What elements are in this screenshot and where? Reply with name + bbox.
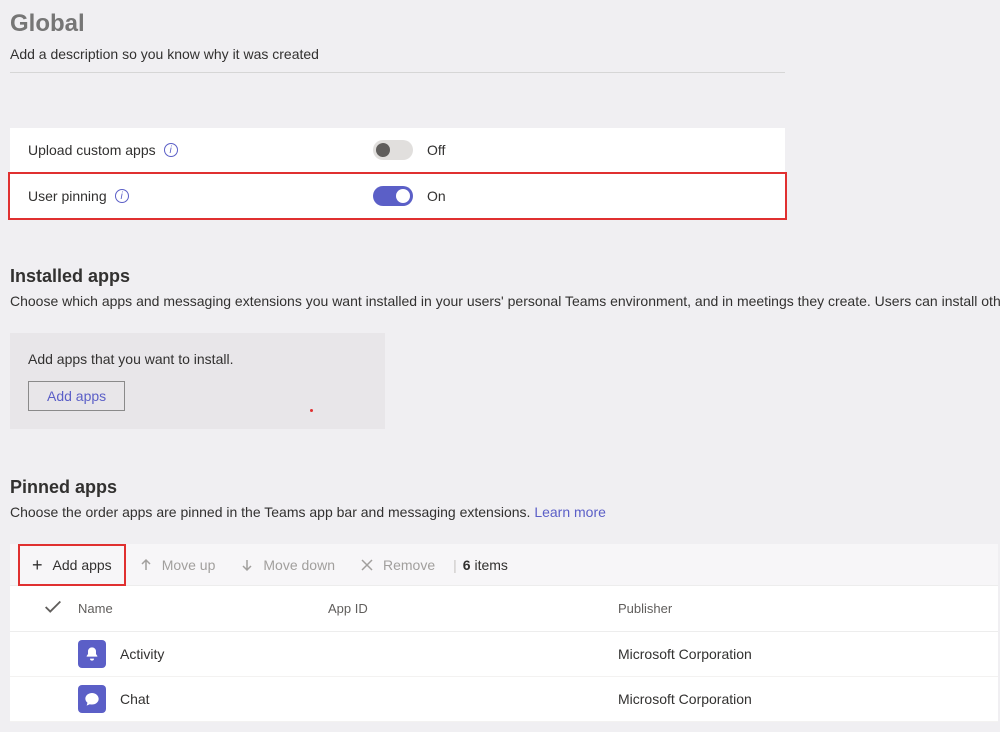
learn-more-link[interactable]: Learn more	[534, 504, 606, 520]
toolbar-remove[interactable]: Remove	[347, 557, 447, 573]
table-header: Name App ID Publisher	[10, 586, 998, 632]
highlight-user-pinning: User pinning i On	[8, 172, 787, 220]
pinned-apps-table: + Add apps Move up Move down Remove	[10, 544, 998, 722]
page-title: Global	[10, 10, 990, 38]
toolbar-move-down[interactable]: Move down	[227, 557, 347, 573]
add-apps-button[interactable]: Add apps	[28, 381, 125, 411]
x-icon	[359, 557, 375, 573]
toggle-state: Off	[427, 142, 445, 158]
chat-icon	[78, 685, 106, 713]
setting-upload-custom-apps: Upload custom apps i Off	[10, 128, 785, 172]
setting-label: Upload custom apps	[28, 142, 156, 158]
row-publisher: Microsoft Corporation	[618, 691, 980, 707]
table-row[interactable]: Chat Microsoft Corporation	[10, 677, 998, 722]
row-publisher: Microsoft Corporation	[618, 646, 980, 662]
col-header-publisher[interactable]: Publisher	[618, 601, 980, 616]
highlight-add-apps: + Add apps	[18, 544, 126, 586]
info-icon[interactable]: i	[164, 143, 178, 157]
install-card-text: Add apps that you want to install.	[28, 351, 367, 367]
setting-user-pinning: User pinning i On	[10, 174, 785, 218]
row-name: Chat	[120, 691, 150, 707]
toolbar-separator: |	[453, 557, 457, 573]
red-dot	[310, 409, 313, 412]
table-row[interactable]: Activity Microsoft Corporation	[10, 632, 998, 677]
col-header-name[interactable]: Name	[78, 601, 328, 616]
installed-apps-desc: Choose which apps and messaging extensio…	[10, 293, 990, 309]
arrow-up-icon	[138, 557, 154, 573]
toolbar-item-count: 6 items	[463, 557, 508, 573]
setting-label: User pinning	[28, 188, 107, 204]
toolbar-move-up[interactable]: Move up	[126, 557, 228, 573]
pinned-toolbar: + Add apps Move up Move down Remove	[10, 544, 998, 586]
bell-icon	[78, 640, 106, 668]
col-header-appid[interactable]: App ID	[328, 601, 618, 616]
toggle-state: On	[427, 188, 446, 204]
pinned-apps-desc: Choose the order apps are pinned in the …	[10, 504, 990, 520]
settings-panel: Upload custom apps i Off User pinning i …	[10, 128, 785, 220]
page-description: Add a description so you know why it was…	[10, 46, 785, 73]
pinned-desc-text: Choose the order apps are pinned in the …	[10, 504, 534, 520]
check-icon[interactable]	[42, 596, 64, 621]
arrow-down-icon	[239, 557, 255, 573]
toggle-upload-custom-apps[interactable]	[373, 140, 413, 160]
info-icon[interactable]: i	[115, 189, 129, 203]
row-name: Activity	[120, 646, 164, 662]
pinned-apps-title: Pinned apps	[10, 477, 990, 498]
installed-apps-title: Installed apps	[10, 266, 990, 287]
toolbar-add-apps[interactable]: Add apps	[53, 557, 112, 573]
toggle-user-pinning[interactable]	[373, 186, 413, 206]
install-card: Add apps that you want to install. Add a…	[10, 333, 385, 429]
plus-icon: +	[32, 556, 43, 574]
